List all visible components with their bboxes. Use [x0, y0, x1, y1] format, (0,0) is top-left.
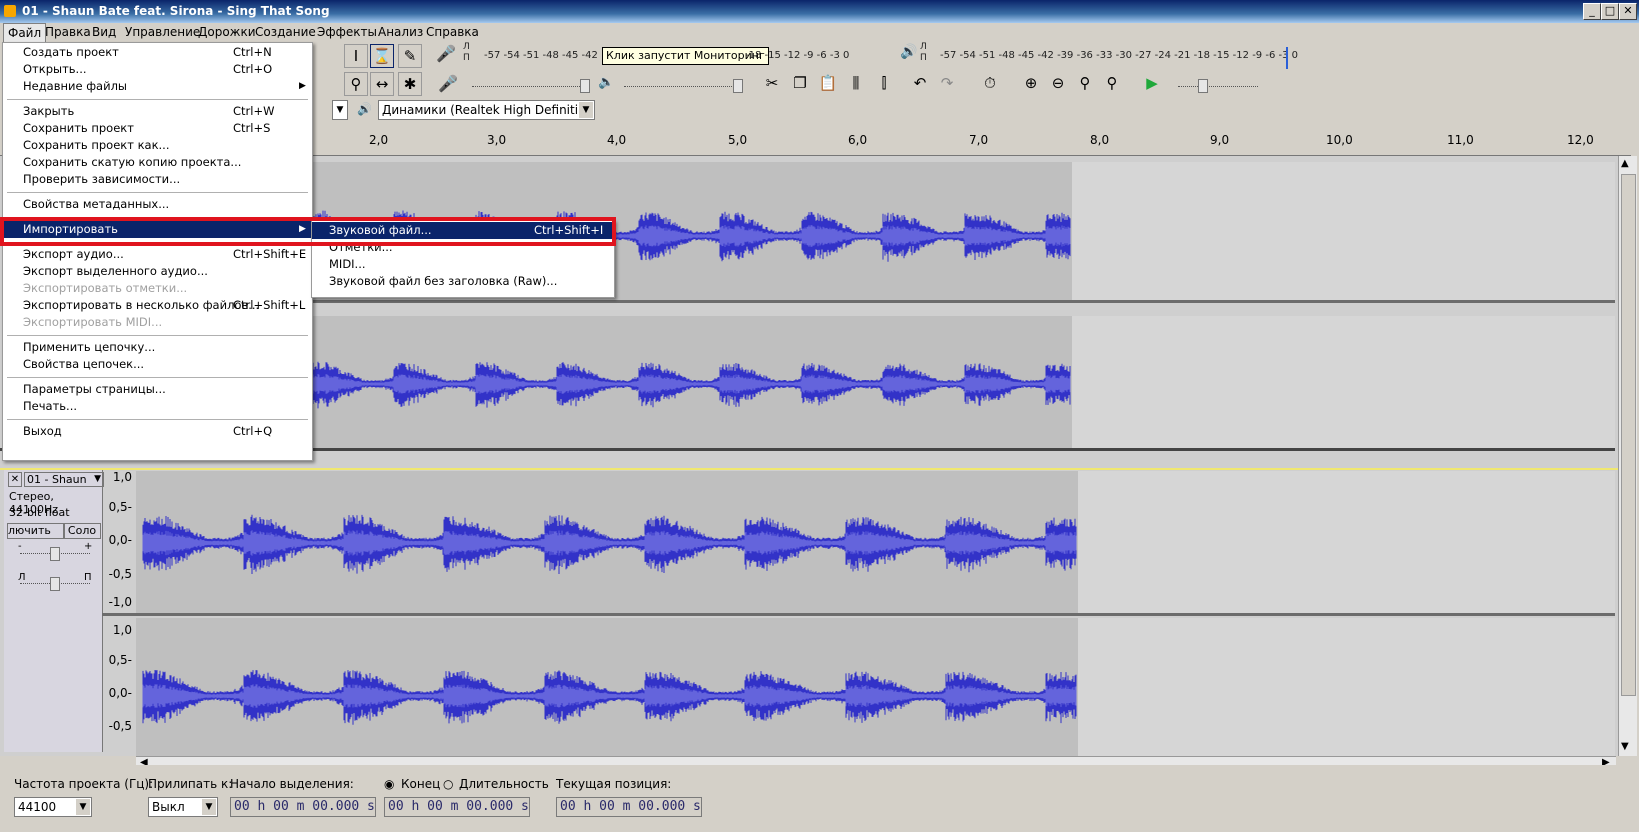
menu-analyze[interactable]: Анализ	[378, 25, 423, 39]
play-speed-slider[interactable]	[1178, 86, 1258, 88]
microphone-icon[interactable]: 🎤	[436, 44, 456, 63]
close-window-button[interactable]: ✕	[1619, 3, 1637, 20]
timeshift-tool-icon[interactable]: ↔	[370, 72, 394, 96]
window-title: 01 - Shaun Bate feat. Sirona - Sing That…	[22, 4, 330, 18]
ruler-tick: 3,0	[487, 133, 507, 147]
output-volume-thumb[interactable]	[733, 79, 743, 93]
record-meter-scale-right: -18 -15 -12 -9 -6 -3 0	[745, 50, 850, 61]
trim-icon[interactable]: ⫼	[844, 72, 868, 96]
zoom-in-icon[interactable]: ⊕	[1019, 72, 1043, 96]
menu-file[interactable]: Файл	[3, 23, 47, 43]
app-icon	[4, 5, 16, 17]
play-meter-scale: -57 -54 -51 -48 -45 -42 -39 -36 -33 -30 …	[940, 50, 1298, 61]
menu-effects[interactable]: Эффекты	[317, 25, 377, 39]
ruler-tick: 8,0	[1090, 133, 1110, 147]
ruler-tick: 7,0	[969, 133, 989, 147]
ruler-tick: 11,0	[1447, 133, 1474, 147]
copy-icon[interactable]: ❐	[788, 72, 812, 96]
minimize-button[interactable]: _	[1583, 3, 1601, 20]
record-meter-scale: -57 -54 -51 -48 -45 -42	[484, 50, 598, 61]
redo-icon[interactable]: ↷	[935, 72, 959, 96]
track1-right-waveform	[311, 361, 1071, 409]
silence-icon[interactable]: ⫿	[872, 72, 896, 96]
input-volume-icon: 🎤	[438, 74, 458, 93]
zoom-out-icon[interactable]: ⊖	[1046, 72, 1070, 96]
fit-project-icon[interactable]: ⚲	[1100, 72, 1124, 96]
ruler-tick: 10,0	[1326, 133, 1353, 147]
play-at-speed-icon[interactable]: ▶	[1140, 72, 1164, 96]
fit-selection-icon[interactable]: ⚲	[1073, 72, 1097, 96]
output-device-value: Динамики (Realtek High Definiti	[382, 103, 579, 117]
ruler-tick: 2,0	[369, 133, 389, 147]
chevron-down-icon: ▼	[579, 102, 593, 118]
menu-help[interactable]: Справка	[426, 25, 479, 39]
monitor-tooltip: Клик запустит Мониторинг	[602, 47, 769, 65]
ruler-tick: 9,0	[1210, 133, 1230, 147]
speaker-icon[interactable]: 🔊	[900, 44, 917, 60]
play-meter-label-r: П	[920, 53, 927, 63]
ruler-tick: 4,0	[607, 133, 627, 147]
menu-bar: Файл Правка Вид Управление Дорожки Созда…	[0, 23, 1639, 43]
ruler-tick: 6,0	[848, 133, 868, 147]
ruler-tick: 12,0	[1567, 133, 1594, 147]
draw-tool-icon[interactable]: ✎	[398, 44, 422, 68]
output-device-select[interactable]: Динамики (Realtek High Definiti ▼	[378, 100, 595, 120]
output-device-icon: 🔊	[357, 102, 372, 116]
menu-edit[interactable]: Правка	[45, 25, 91, 39]
output-volume-icon: 🔈	[598, 75, 615, 90]
play-meter-indicator	[1286, 47, 1288, 69]
input-volume-thumb[interactable]	[580, 79, 590, 93]
paste-icon[interactable]: 📋	[816, 72, 840, 96]
multi-tool-icon[interactable]: ✱	[398, 72, 422, 96]
host-dropdown-arrow[interactable]: ▼	[332, 100, 348, 120]
envelope-tool-icon[interactable]: ⌛	[370, 44, 394, 68]
selection-tool-icon[interactable]: I	[344, 44, 368, 68]
menu-generate[interactable]: Создание	[255, 25, 316, 39]
ruler-tick: 5,0	[728, 133, 748, 147]
maximize-button[interactable]: □	[1601, 3, 1619, 20]
track2-left-waveform	[142, 514, 1077, 575]
record-meter-label-r: П	[463, 53, 470, 63]
sync-lock-icon[interactable]: ⏱	[978, 72, 1002, 96]
undo-icon[interactable]: ↶	[908, 72, 932, 96]
title-bar: 01 - Shaun Bate feat. Sirona - Sing That…	[0, 0, 1639, 23]
output-volume-slider[interactable]	[624, 86, 736, 88]
input-volume-slider[interactable]	[472, 86, 584, 88]
cut-icon[interactable]: ✂	[760, 72, 784, 96]
menu-transport[interactable]: Управление	[125, 25, 200, 39]
menu-tracks[interactable]: Дорожки	[198, 25, 256, 39]
menu-view[interactable]: Вид	[92, 25, 116, 39]
play-speed-thumb[interactable]	[1198, 79, 1208, 93]
zoom-tool-icon[interactable]: ⚲	[344, 72, 368, 96]
